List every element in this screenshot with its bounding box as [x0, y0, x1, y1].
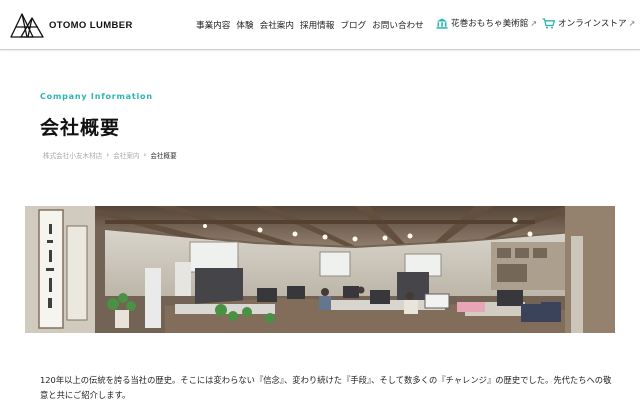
external-link-icon: ↗: [628, 18, 636, 28]
breadcrumb: 株式会社小友木材店 › 会社案内 › 会社概要: [43, 150, 177, 160]
nav-item-recruit[interactable]: 採用情報: [300, 19, 334, 31]
logo-mountain-icon: [10, 13, 44, 38]
nav-item-contact[interactable]: お問い合わせ: [372, 19, 424, 31]
museum-link-label: 花巻おもちゃ美術館: [451, 19, 529, 29]
section-eyebrow: Company Information: [40, 92, 153, 101]
breadcrumb-current: 会社概要: [150, 152, 177, 160]
nav-item-business[interactable]: 事業内容: [196, 19, 230, 31]
office-panorama-photo: [25, 206, 615, 333]
nav-item-experience[interactable]: 体験: [236, 19, 253, 31]
main-nav: 事業内容 体験 会社案内 採用情報 ブログ お問い合わせ: [196, 19, 430, 31]
breadcrumb-home[interactable]: 株式会社小友木材店: [43, 150, 102, 160]
site-header: OTOMO LUMBER 事業内容 体験 会社案内 採用情報 ブログ お問い合わ…: [0, 0, 640, 50]
brand-name: OTOMO LUMBER: [49, 19, 133, 31]
intro-text: 120年以上の伝統を誇る当社の歴史。そこには変わらない『信念』、変わり続けた『手…: [40, 375, 612, 400]
brand-logo[interactable]: OTOMO LUMBER: [10, 12, 133, 38]
nav-item-blog[interactable]: ブログ: [340, 19, 366, 31]
museum-link[interactable]: 花巻おもちゃ美術館 ↗: [436, 17, 537, 29]
nav-item-company[interactable]: 会社案内: [260, 19, 294, 31]
online-store-link[interactable]: オンラインストア ↗: [542, 17, 635, 29]
online-store-label: オンラインストア: [558, 19, 627, 29]
external-link-icon: ↗: [530, 18, 538, 28]
cart-icon: [542, 17, 555, 29]
museum-icon: [436, 18, 448, 29]
chevron-right-icon: ›: [143, 151, 147, 159]
page-title: 会社概要: [40, 117, 121, 139]
breadcrumb-company[interactable]: 会社案内: [113, 150, 139, 160]
chevron-right-icon: ›: [106, 151, 110, 159]
